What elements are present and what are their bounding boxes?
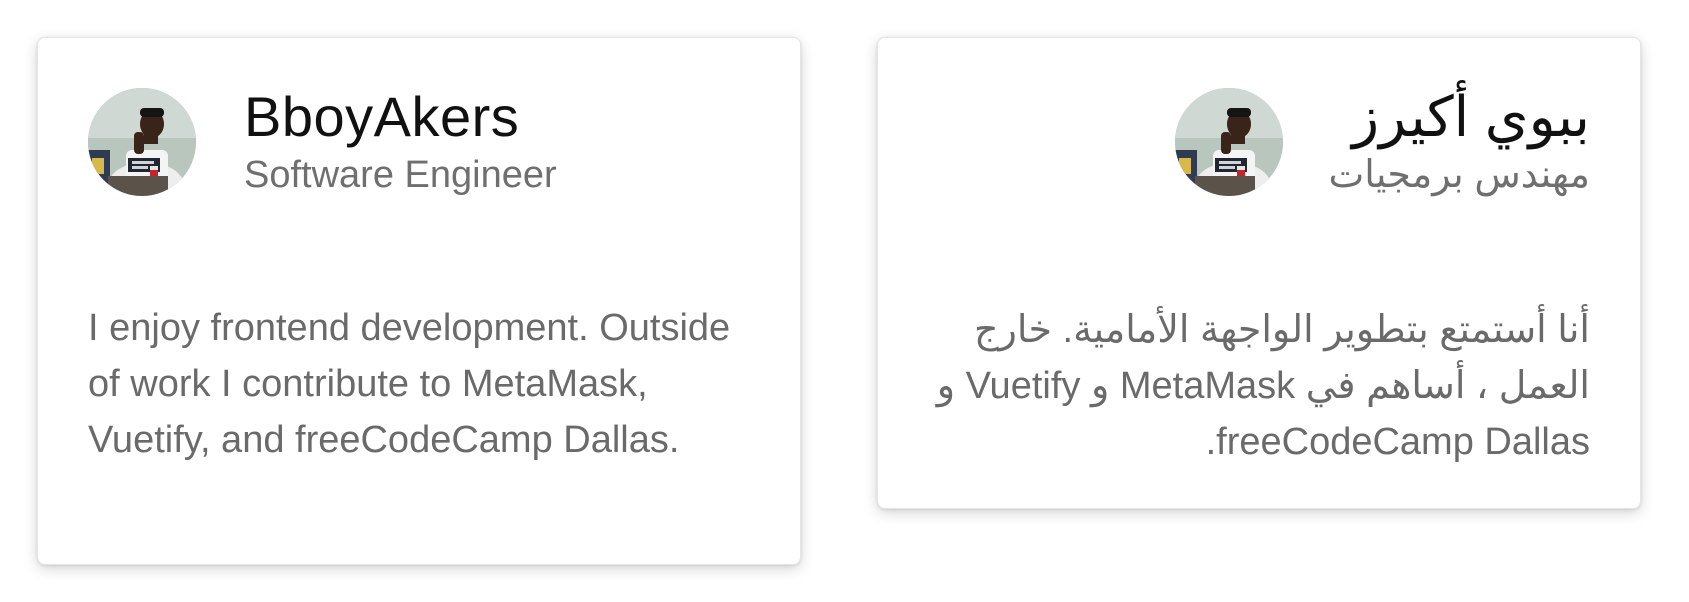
profile-header: BboyAkers Software Engineer [88,85,750,199]
avatar-photo [1174,88,1283,196]
profile-card-english: BboyAkers Software Engineer I enjoy fron… [37,37,801,565]
profile-header: ببوي أكيرز مهندس برمجيات [928,85,1590,199]
profile-cards-canvas: BboyAkers Software Engineer I enjoy fron… [0,0,1689,602]
profile-card-arabic: ببوي أكيرز مهندس برمجيات أنا أستمتع بتطو… [877,37,1641,509]
profile-name: BboyAkers [244,85,520,148]
profile-bio: I enjoy frontend development. Outside of… [88,307,731,461]
avatar [88,88,196,196]
avatar-photo [88,88,196,196]
profile-title: مهندس برمجيات [1328,154,1590,196]
name-block: ببوي أكيرز مهندس برمجيات [1329,85,1590,199]
profile-title: Software Engineer [244,154,557,196]
profile-bio: أنا أستمتع بتطوير الواجهة الأمامية. خارج… [936,309,1590,463]
name-block: BboyAkers Software Engineer [244,85,557,199]
profile-name: ببوي أكيرز [1352,85,1590,148]
avatar [1174,88,1283,196]
